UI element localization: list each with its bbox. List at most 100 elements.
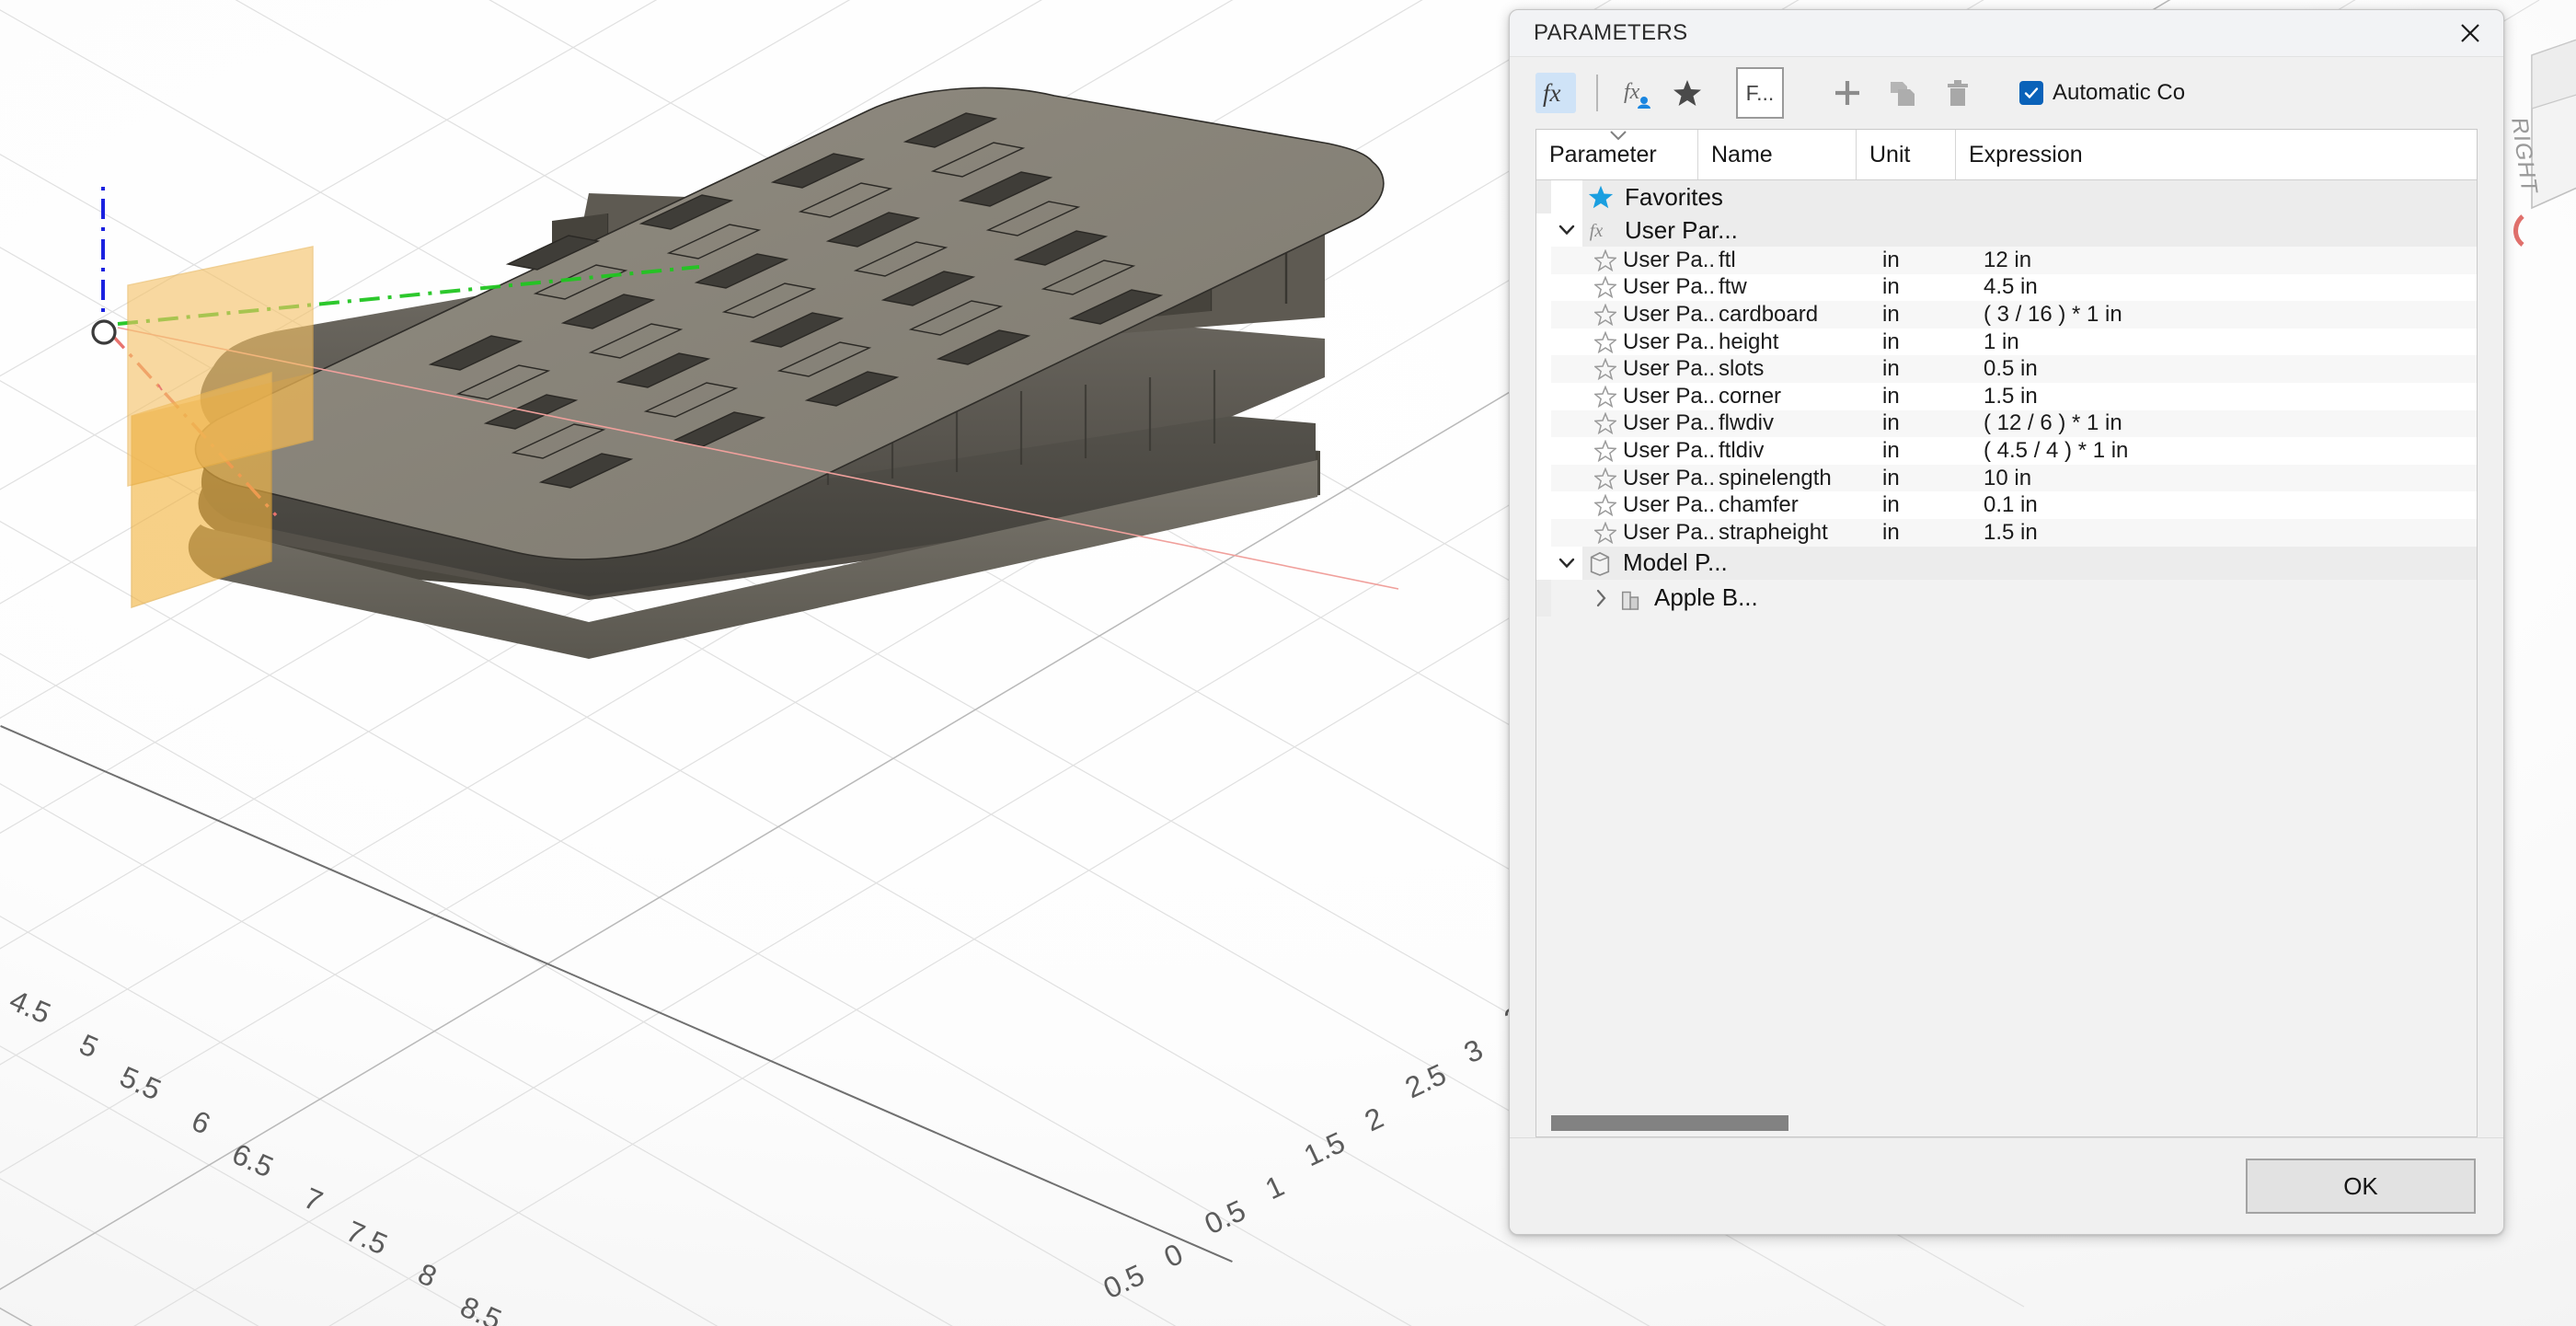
chevron-right-icon <box>1596 589 1606 606</box>
favorite-toggle[interactable] <box>1588 521 1623 544</box>
favorite-toggle[interactable] <box>1588 412 1623 435</box>
favorite-toggle[interactable] <box>1588 276 1623 299</box>
cell-parameter: User Pa... <box>1623 274 1713 300</box>
chevron-down-icon <box>1608 130 1628 147</box>
cell-name[interactable]: ftw <box>1713 274 1871 300</box>
group-twisty[interactable] <box>1551 213 1582 247</box>
scrollbar-thumb[interactable] <box>1551 1114 1788 1131</box>
cell-unit[interactable]: in <box>1871 274 1971 300</box>
table-row[interactable]: Apple B... <box>1536 579 2477 617</box>
svg-text:2: 2 <box>1360 1101 1388 1137</box>
cell-expression[interactable]: ( 3 / 16 ) * 1 in <box>1971 302 2477 328</box>
table-row[interactable]: User Pa... height in 1 in <box>1536 328 2477 356</box>
star-outline-icon <box>1594 412 1616 435</box>
cell-name[interactable]: strapheight <box>1713 520 1871 546</box>
svg-text:6.5: 6.5 <box>227 1137 278 1184</box>
cell-name[interactable]: cardboard <box>1713 302 1871 328</box>
cell-unit[interactable]: in <box>1871 410 1971 436</box>
cell-parameter: User Pa... <box>1623 247 1713 272</box>
x-axis-tick-labels: 0.5 0 0.5 1 1.5 2 2.5 3 3.5 <box>1098 989 1551 1305</box>
cell-expression[interactable]: 12 in <box>1971 248 2477 273</box>
cell-name[interactable]: ftldiv <box>1713 438 1871 464</box>
plus-icon[interactable] <box>1826 72 1869 114</box>
cell-unit[interactable]: in <box>1871 329 1971 355</box>
table-row[interactable]: User Pa... chamfer in 0.1 in <box>1536 491 2477 519</box>
cell-name[interactable]: slots <box>1713 356 1871 382</box>
axis-marker-icon <box>2513 214 2524 247</box>
automatic-compute-label: Automatic Co <box>2053 80 2186 105</box>
table-group-row[interactable]: Model P... <box>1536 546 2477 580</box>
checkbox-checked-icon <box>2019 81 2043 105</box>
cell-name[interactable]: spinelength <box>1713 466 1871 491</box>
cell-unit[interactable]: in <box>1871 520 1971 546</box>
cell-name[interactable]: ftl <box>1713 248 1871 273</box>
filter-button[interactable]: F... <box>1736 67 1784 119</box>
cell-name[interactable]: corner <box>1713 384 1871 409</box>
cell-unit[interactable]: in <box>1871 438 1971 464</box>
trash-icon[interactable] <box>1937 72 1979 114</box>
group-twisty[interactable] <box>1551 546 1582 580</box>
star-outline-icon <box>1594 385 1616 408</box>
cell-unit[interactable]: in <box>1871 384 1971 409</box>
cell-expression[interactable]: ( 4.5 / 4 ) * 1 in <box>1971 438 2477 464</box>
component-cell: Apple B... <box>1619 583 1758 612</box>
table-row[interactable]: User Pa... flwdiv in( 12 / 6 ) * 1 in <box>1536 409 2477 438</box>
table-row[interactable]: User Pa... ftw in 4.5 in <box>1536 273 2477 302</box>
cell-expression[interactable]: 1.5 in <box>1971 520 2477 546</box>
cell-expression[interactable]: 0.1 in <box>1971 492 2477 518</box>
cell-unit[interactable]: in <box>1871 466 1971 491</box>
favorite-toggle[interactable] <box>1588 467 1623 490</box>
favorite-toggle[interactable] <box>1588 494 1623 517</box>
cell-expression[interactable]: 1.5 in <box>1971 384 2477 409</box>
column-header-unit[interactable]: Unit <box>1857 130 1956 179</box>
cell-expression[interactable]: 0.5 in <box>1971 356 2477 382</box>
close-icon[interactable] <box>2454 17 2487 50</box>
table-body[interactable]: Favorites fx User Par... User Pa... ftl in 12 … <box>1536 180 2477 1109</box>
table-row[interactable]: User Pa... ftldiv in( 4.5 / 4 ) * 1 in <box>1536 437 2477 465</box>
copy-icon[interactable] <box>1881 72 1924 114</box>
cell-unit[interactable]: in <box>1871 248 1971 273</box>
cell-expression[interactable]: ( 12 / 6 ) * 1 in <box>1971 410 2477 436</box>
dialog-titlebar[interactable]: PARAMETERS <box>1510 10 2503 57</box>
cell-expression[interactable]: 10 in <box>1971 466 2477 491</box>
automatic-compute-checkbox[interactable]: Automatic Co <box>2019 80 2185 106</box>
parameters-table: Parameter Name Unit Expression Favorites… <box>1535 129 2478 1137</box>
table-row[interactable]: User Pa... cardboard in( 3 / 16 ) * 1 in <box>1536 301 2477 329</box>
cell-unit[interactable]: in <box>1871 356 1971 382</box>
ok-button[interactable]: OK <box>2246 1159 2476 1214</box>
group-label-cell: fx User Par... <box>1582 216 1738 245</box>
cell-name[interactable]: chamfer <box>1713 492 1871 518</box>
fx-user-icon[interactable]: fx <box>1618 72 1661 114</box>
star-outline-icon <box>1594 276 1616 299</box>
star-icon[interactable] <box>1666 72 1708 114</box>
favorite-toggle[interactable] <box>1588 330 1623 353</box>
star-outline-icon <box>1594 358 1616 381</box>
horizontal-scrollbar[interactable] <box>1536 1109 2477 1136</box>
fx-icon[interactable]: fx <box>1535 73 1576 113</box>
cell-expression[interactable]: 1 in <box>1971 329 2477 355</box>
component-twisty[interactable] <box>1582 588 1619 608</box>
favorite-toggle[interactable] <box>1588 248 1623 271</box>
cell-unit[interactable]: in <box>1871 302 1971 328</box>
cell-expression[interactable]: 4.5 in <box>1971 274 2477 300</box>
cell-name[interactable]: flwdiv <box>1713 410 1871 436</box>
row-gutter <box>1536 355 1551 383</box>
favorite-toggle[interactable] <box>1588 303 1623 326</box>
column-header-name[interactable]: Name <box>1698 130 1857 179</box>
column-header-expression[interactable]: Expression <box>1956 130 2477 179</box>
dialog-footer: OK <box>1510 1137 2503 1234</box>
table-row[interactable]: User Pa... corner in 1.5 in <box>1536 382 2477 410</box>
table-row[interactable]: User Pa... spinelength in 10 in <box>1536 464 2477 492</box>
favorite-toggle[interactable] <box>1588 358 1623 381</box>
cell-name[interactable]: height <box>1713 329 1871 355</box>
table-group-row[interactable]: Favorites <box>1536 180 2477 213</box>
table-row[interactable]: User Pa... strapheight in 1.5 in <box>1536 518 2477 547</box>
cell-parameter: User Pa... <box>1623 356 1713 382</box>
group-twisty <box>1551 180 1582 213</box>
table-group-row[interactable]: fx User Par... <box>1536 213 2477 247</box>
cell-unit[interactable]: in <box>1871 492 1971 518</box>
favorite-toggle[interactable] <box>1588 439 1623 462</box>
table-row[interactable]: User Pa... ftl in 12 in <box>1536 247 2477 274</box>
favorite-toggle[interactable] <box>1588 385 1623 408</box>
table-row[interactable]: User Pa... slots in 0.5 in <box>1536 355 2477 383</box>
